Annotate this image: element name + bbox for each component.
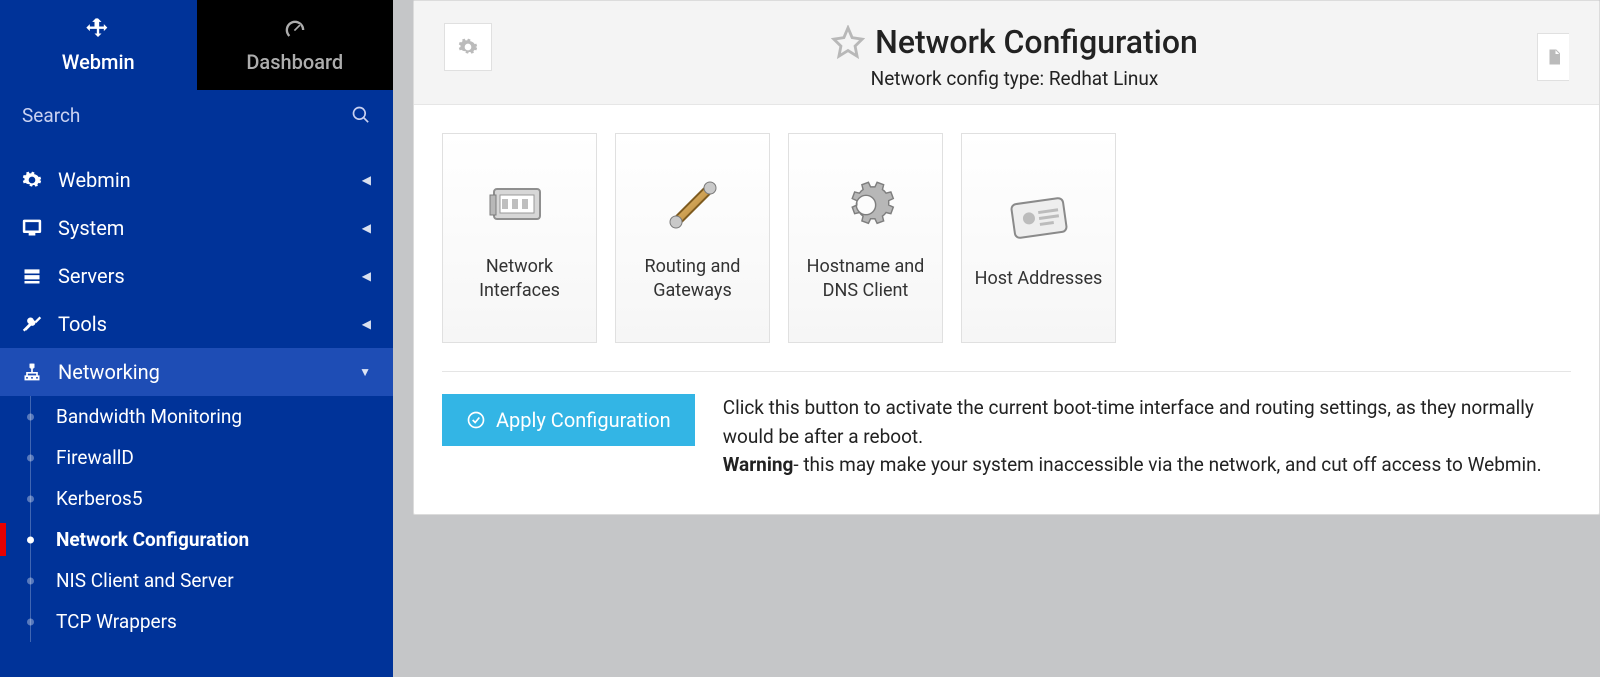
tab-webmin-label: Webmin [62, 50, 135, 74]
panel: Network Configuration Network config typ… [413, 0, 1600, 515]
subnav-label: FirewallD [56, 446, 134, 469]
routing-icon [661, 173, 725, 237]
subnav-label: Kerberos5 [56, 487, 143, 510]
sidebar: Webmin Dashboard Webmin ◀ System ◀ Serve… [0, 0, 393, 677]
card-label: Host Addresses [975, 267, 1103, 291]
tab-dashboard[interactable]: Dashboard [197, 0, 394, 90]
subnav-tcp-wrappers[interactable]: TCP Wrappers [0, 601, 393, 642]
search-icon[interactable] [351, 105, 371, 125]
webmin-logo-icon [84, 16, 112, 44]
check-circle-icon [466, 410, 486, 430]
card-label: Hostname and DNS Client [799, 255, 932, 304]
card-label: Routing and Gateways [626, 255, 759, 304]
subnav-network-configuration[interactable]: Network Configuration [0, 519, 393, 560]
warning-label: Warning [723, 453, 794, 476]
chevron-left-icon: ◀ [362, 173, 371, 187]
network-icon [22, 362, 42, 382]
apply-description: Click this button to activate the curren… [723, 396, 1534, 448]
header-center: Network Configuration Network config typ… [502, 23, 1527, 90]
subnav-label: TCP Wrappers [56, 610, 177, 633]
module-config-button[interactable] [444, 23, 492, 71]
subnav-label: Bandwidth Monitoring [56, 405, 242, 428]
nav: Webmin ◀ System ◀ Servers ◀ Tools ◀ Netw… [0, 156, 393, 642]
nav-item-system[interactable]: System ◀ [0, 204, 393, 252]
search-input[interactable] [22, 104, 351, 127]
nav-item-servers[interactable]: Servers ◀ [0, 252, 393, 300]
subnav-label: NIS Client and Server [56, 569, 234, 592]
page-icon [1545, 48, 1563, 66]
chevron-left-icon: ◀ [362, 317, 371, 331]
nav-label: Servers [58, 264, 125, 288]
panel-header: Network Configuration Network config typ… [414, 1, 1599, 105]
subnav-networking: Bandwidth Monitoring FirewallD Kerberos5… [0, 396, 393, 642]
subnav-nis[interactable]: NIS Client and Server [0, 560, 393, 601]
nav-item-tools[interactable]: Tools ◀ [0, 300, 393, 348]
page-title: Network Configuration [875, 23, 1198, 61]
content: Network Configuration Network config typ… [393, 0, 1600, 677]
card-label: Network Interfaces [453, 255, 586, 304]
nav-item-webmin[interactable]: Webmin ◀ [0, 156, 393, 204]
card-network-interfaces[interactable]: Network Interfaces [442, 133, 597, 343]
nav-label: Webmin [58, 168, 131, 192]
apply-button-label: Apply Configuration [496, 408, 671, 432]
chevron-down-icon: ▼ [359, 365, 371, 379]
panel-body: Network Interfaces Routing and Gateways … [414, 105, 1599, 514]
gear-icon [22, 170, 42, 190]
nav-item-networking[interactable]: Networking ▼ [0, 348, 393, 396]
subnav-kerberos5[interactable]: Kerberos5 [0, 478, 393, 519]
network-card-icon [488, 173, 552, 237]
title-row: Network Configuration [502, 23, 1527, 61]
warning-text: - this may make your system inaccessible… [793, 453, 1541, 476]
subnav-label: Network Configuration [56, 528, 249, 551]
gear-large-icon [834, 173, 898, 237]
servers-icon [22, 266, 42, 286]
card-host-addresses[interactable]: Host Addresses [961, 133, 1116, 343]
header-right-button[interactable] [1537, 33, 1569, 81]
card-routing-gateways[interactable]: Routing and Gateways [615, 133, 770, 343]
monitor-icon [22, 218, 42, 238]
page-subtitle: Network config type: Redhat Linux [502, 67, 1527, 90]
star-icon[interactable] [831, 25, 865, 59]
subnav-bandwidth[interactable]: Bandwidth Monitoring [0, 396, 393, 437]
dashboard-icon [281, 16, 309, 44]
apply-row: Apply Configuration Click this button to… [442, 394, 1571, 480]
tab-webmin[interactable]: Webmin [0, 0, 197, 90]
card-hostname-dns[interactable]: Hostname and DNS Client [788, 133, 943, 343]
chevron-left-icon: ◀ [362, 221, 371, 235]
nav-label: System [58, 216, 124, 240]
nav-label: Networking [58, 360, 160, 384]
cards: Network Interfaces Routing and Gateways … [442, 133, 1571, 343]
chevron-left-icon: ◀ [362, 269, 371, 283]
id-card-icon [1007, 185, 1071, 249]
tools-icon [22, 314, 42, 334]
search-row [0, 90, 393, 140]
divider [442, 371, 1571, 372]
top-tabs: Webmin Dashboard [0, 0, 393, 90]
gear-icon [458, 37, 478, 57]
apply-configuration-button[interactable]: Apply Configuration [442, 394, 695, 446]
subnav-firewalld[interactable]: FirewallD [0, 437, 393, 478]
tab-dashboard-label: Dashboard [246, 50, 343, 74]
apply-text: Click this button to activate the curren… [723, 394, 1571, 480]
nav-label: Tools [58, 312, 107, 336]
